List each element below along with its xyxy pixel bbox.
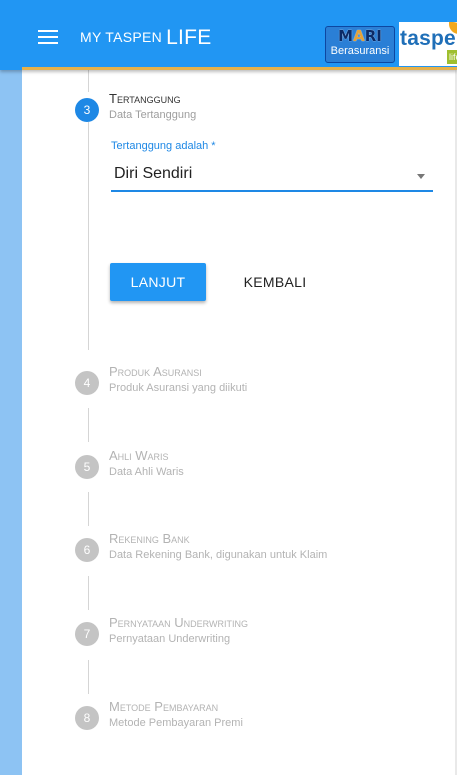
step-number-badge: 5 xyxy=(75,455,99,479)
appbar-accent-line xyxy=(22,67,457,70)
app-screen: MY TASPENLIFE MARI Berasuransi taspen li… xyxy=(0,0,457,775)
mari-logo-subtext: Berasuransi xyxy=(330,45,390,57)
hamburger-menu-icon[interactable] xyxy=(38,30,58,44)
step-subtitle: Data Ahli Waris xyxy=(109,466,184,478)
stepper-connector xyxy=(88,70,89,92)
stepper-connector xyxy=(88,576,89,610)
lanjut-button[interactable]: LANJUT xyxy=(110,263,206,301)
kembali-button[interactable]: KEMBALI xyxy=(226,263,324,301)
dropdown-arrow-icon xyxy=(417,174,425,179)
step-subtitle: Metode Pembayaran Premi xyxy=(109,717,243,729)
step-number-badge: 3 xyxy=(75,98,99,122)
step-number-badge: 4 xyxy=(75,371,99,395)
tertanggung-field-label: Tertanggung adalah * xyxy=(111,140,216,152)
step-title: Metode Pembayaran xyxy=(109,699,219,714)
left-side-strip xyxy=(0,70,22,775)
step-number-badge: 7 xyxy=(75,622,99,646)
step-subtitle: Produk Asuransi yang diikuti xyxy=(109,382,248,394)
mari-berasuransi-logo: MARI Berasuransi xyxy=(325,26,395,63)
app-title-suffix: LIFE xyxy=(166,26,212,49)
stepper-connector xyxy=(88,492,89,526)
step-title: Ahli Waris xyxy=(109,448,169,463)
step-subtitle: Data Rekening Bank, digunakan untuk Klai… xyxy=(109,549,328,561)
mari-logo-text: MARI xyxy=(338,27,382,45)
step-number-badge: 8 xyxy=(75,706,99,730)
step-number-badge: 6 xyxy=(75,538,99,562)
step-title: Produk Asuransi xyxy=(109,364,202,379)
step-title: Tertanggung xyxy=(109,91,181,106)
taspen-life-logo: taspen life xyxy=(399,22,457,66)
taspen-logo-text: taspen xyxy=(400,27,457,50)
tertanggung-select[interactable]: Diri Sendiri xyxy=(111,160,433,192)
app-title: MY TASPEN LIFE xyxy=(80,26,212,50)
stepper-connector xyxy=(88,660,89,694)
step-subtitle: Pernyataan Underwriting xyxy=(109,633,231,645)
app-bar: MY TASPENLIFE MARI Berasuransi taspen li… xyxy=(0,0,457,70)
tertanggung-select-value: Diri Sendiri xyxy=(114,165,193,182)
stepper-connector xyxy=(88,408,89,442)
taspen-logo-tag: life xyxy=(447,50,457,64)
stepper-connector xyxy=(88,122,89,350)
step-title: Rekening Bank xyxy=(109,531,190,546)
app-title-prefix: MY TASPEN xyxy=(80,29,163,45)
step-title: Pernyataan Underwriting xyxy=(109,615,249,630)
step-subtitle: Data Tertanggung xyxy=(109,109,197,121)
